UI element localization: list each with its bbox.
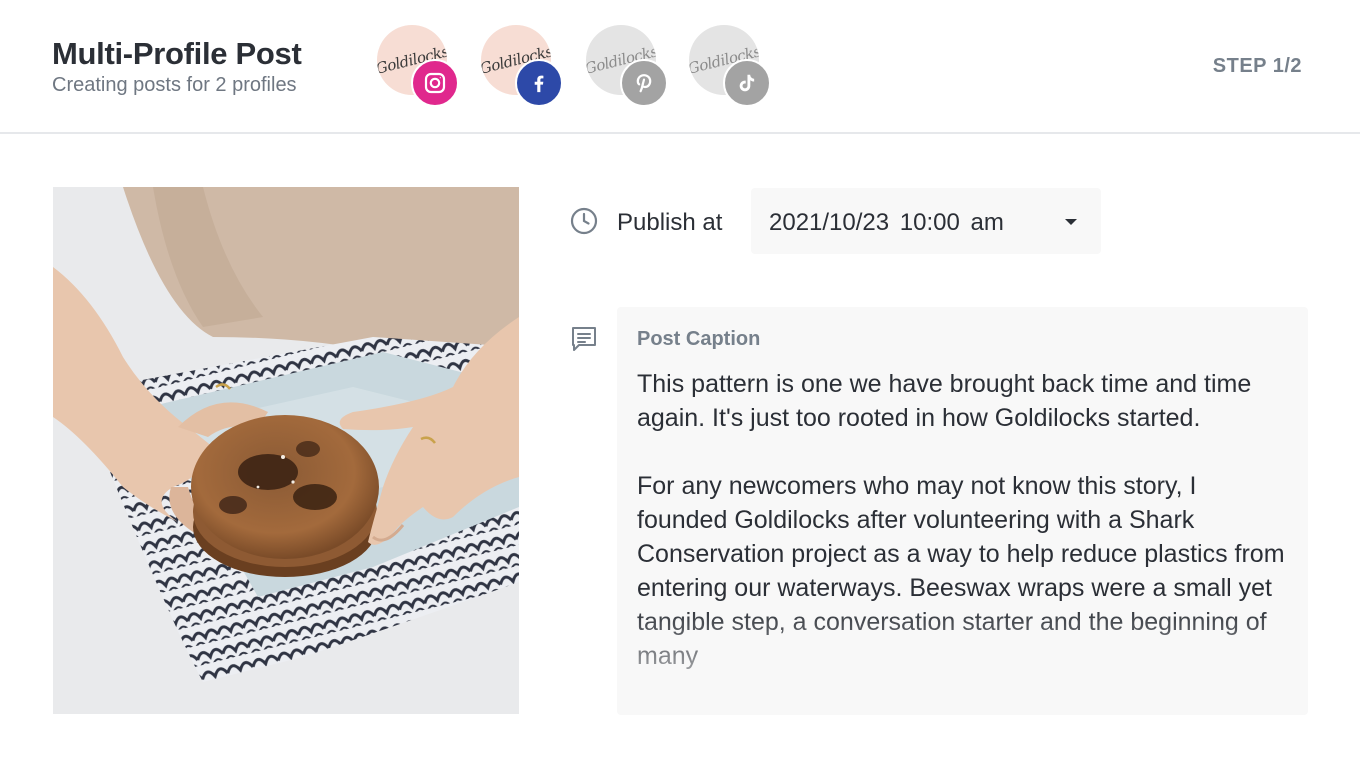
profile-pinterest[interactable]: Goldilocks <box>586 25 682 109</box>
caption-fade-overlay <box>617 605 1308 715</box>
publish-at-label: Publish at <box>617 209 723 236</box>
message-icon <box>572 327 596 351</box>
page-subtitle: Creating posts for 2 profiles <box>52 74 297 96</box>
caption-paragraph: This pattern is one we have brought back… <box>637 370 1252 432</box>
step-indicator: STEP 1/2 <box>1212 55 1302 77</box>
pinterest-icon <box>620 59 668 107</box>
publish-date-select[interactable]: 2021/10/23 10:00 am <box>751 188 1101 254</box>
header-bar: Multi-Profile Post Creating posts for 2 … <box>0 0 1360 134</box>
post-image <box>53 187 519 714</box>
tiktok-icon <box>723 59 771 107</box>
clock-icon <box>570 207 598 235</box>
publish-date-value: 2021/10/23 10:00 am <box>769 209 1004 236</box>
instagram-icon <box>411 59 459 107</box>
post-caption-field[interactable]: Post Caption This pattern is one we have… <box>617 307 1308 715</box>
profile-instagram[interactable]: Goldilocks <box>377 25 473 109</box>
facebook-icon <box>515 59 563 107</box>
chevron-down-icon <box>1065 219 1077 225</box>
post-caption-label: Post Caption <box>637 328 761 350</box>
profile-tiktok[interactable]: Goldilocks <box>689 25 785 109</box>
page-title: Multi-Profile Post <box>52 36 302 71</box>
profile-facebook[interactable]: Goldilocks <box>481 25 577 109</box>
